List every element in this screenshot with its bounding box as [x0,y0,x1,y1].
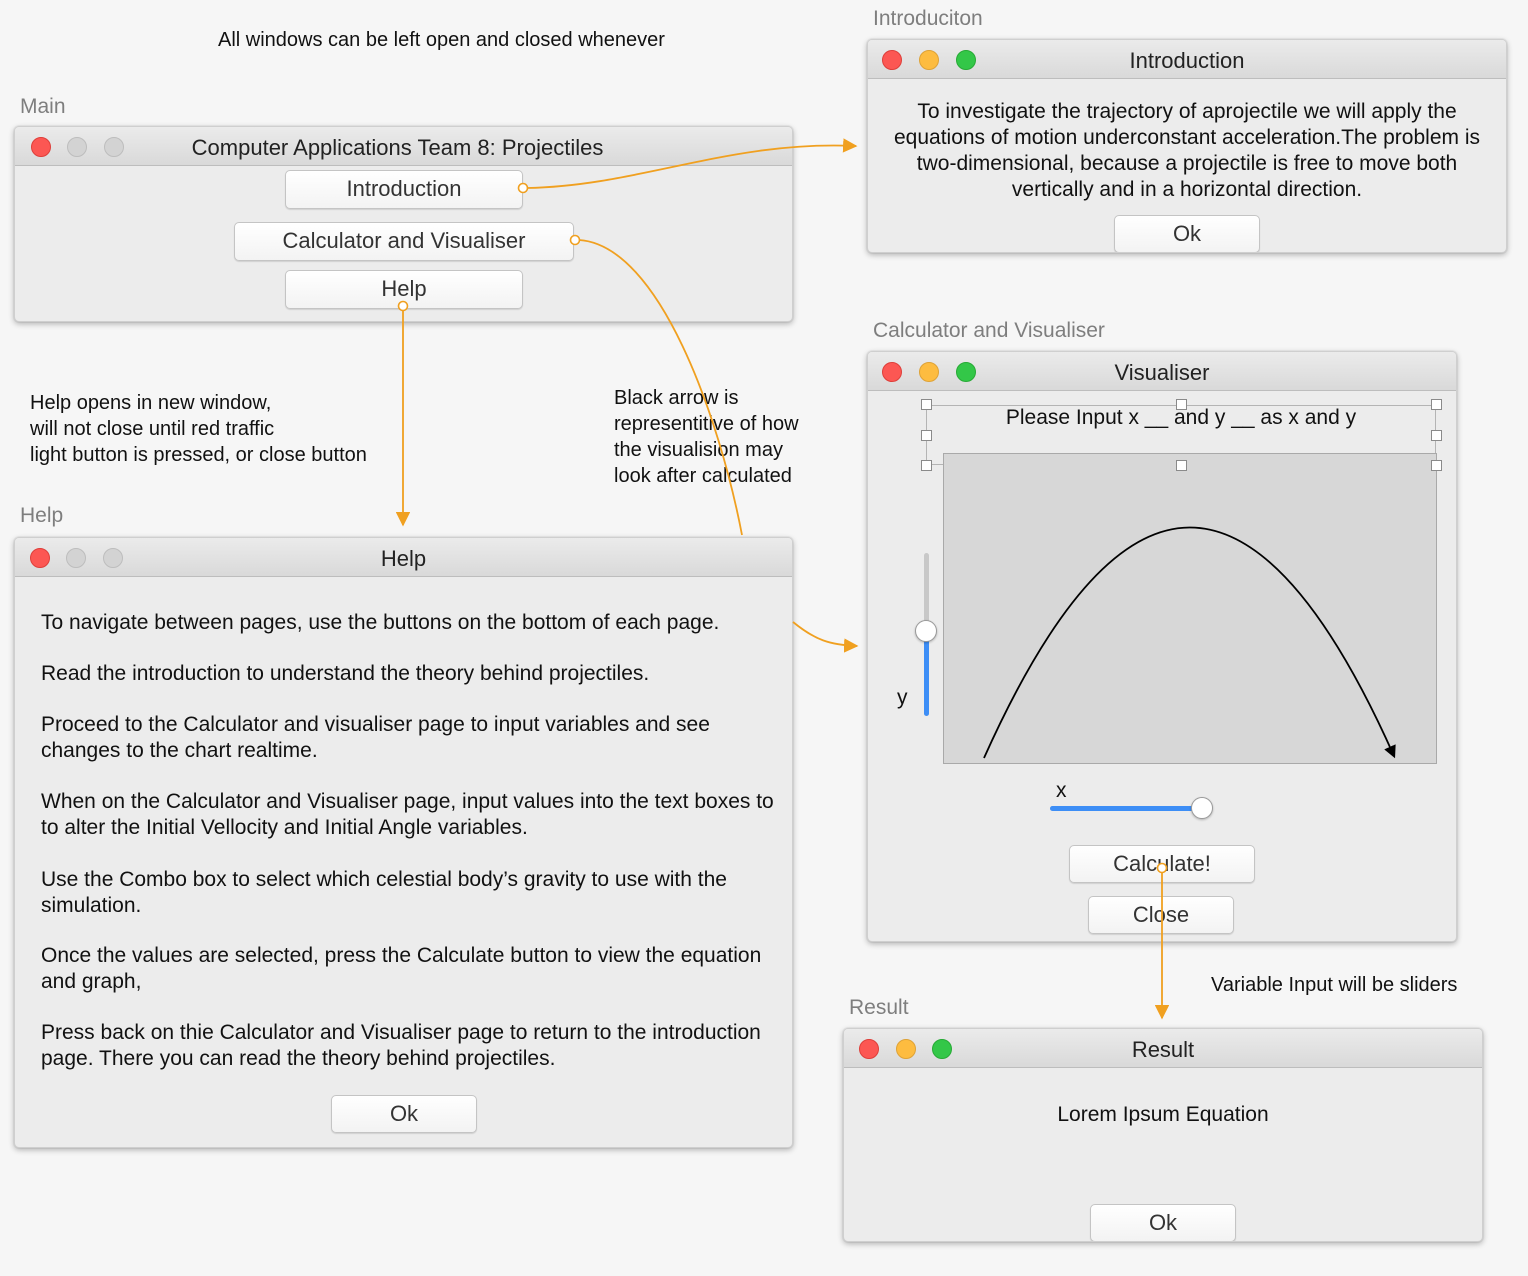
help-paragraph: Read the introduction to understand the … [41,662,650,685]
y-slider-fill [924,631,929,716]
main-window: Computer Applications Team 8: Projectile… [14,126,793,322]
selection-handle[interactable] [1431,460,1442,471]
selection-handle[interactable] [921,460,932,471]
help-paragraph: When on the Calculator and Visualiser pa… [41,790,774,839]
result-window-title: Result [1131,1037,1195,1062]
x-slider-label: x [1056,779,1067,802]
help-window-title: Help [380,546,427,571]
help-label: Help [20,504,64,527]
help-paragraph: Proceed to the Calculator and visualiser… [41,713,710,762]
result-window: Result Lorem Ipsum Equation Ok [843,1028,1483,1242]
main-titlebar[interactable]: Computer Applications Team 8: Projectile… [15,127,792,166]
slider-note: Variable Input will be sliders [1211,974,1458,996]
introduction-button[interactable]: Introduction [285,170,523,209]
main-window-title: Computer Applications Team 8: Projectile… [191,135,604,160]
selection-handle[interactable] [1176,399,1187,410]
selection-handle[interactable] [1431,399,1442,410]
help-button[interactable]: Help [285,270,523,309]
help-paragraph: Use the Combo box to select which celest… [41,868,727,917]
selection-handle[interactable] [1176,460,1187,471]
introduction-window: Introduction To investigate the trajecto… [867,39,1507,253]
calculator-visualiser-button[interactable]: Calculator and Visualiser [234,222,574,261]
introduction-ok-button[interactable]: Ok [1114,215,1260,252]
selection-handle[interactable] [921,399,932,410]
introduction-titlebar[interactable]: Introduction [868,40,1506,79]
x-slider-knob[interactable] [1191,797,1213,819]
result-ok-button[interactable]: Ok [1090,1204,1236,1241]
help-paragraph: Press back on thie Calculator and Visual… [41,1021,761,1070]
top-note: All windows can be left open and closed … [218,29,665,51]
calculator-connector-end [792,621,859,653]
arrow-note: Black arrow is representitive of how the… [614,387,799,487]
result-label: Result [849,996,909,1019]
result-titlebar[interactable]: Result [844,1029,1482,1068]
x-slider-fill [1050,806,1202,811]
result-text: Lorem Ipsum Equation [1057,1103,1269,1126]
close-button[interactable]: Close [1088,896,1234,934]
help-paragraph: Once the values are selected, press the … [41,944,762,993]
selection-handle[interactable] [921,430,932,441]
calculator-label: Calculator and Visualiser [873,319,1105,342]
help-paragraph: To navigate between pages, use the butto… [41,611,720,634]
y-slider[interactable] [915,553,937,716]
introduction-text: To investigate the trajectory of aprojec… [893,100,1480,201]
visualiser-window: Visualiser Please Input x __ and y __ as… [867,351,1457,942]
help-window: Help To navigate between pages, use the … [14,537,793,1148]
help-note: Help opens in new window, will not close… [30,392,367,466]
help-titlebar[interactable]: Help [15,538,792,577]
calculate-button[interactable]: Calculate! [1069,845,1255,883]
introduction-window-title: Introduction [1129,48,1245,73]
selection-handle[interactable] [1431,430,1442,441]
help-ok-button[interactable]: Ok [331,1095,477,1133]
y-slider-label: y [897,686,908,709]
main-label: Main [20,95,66,118]
x-slider[interactable] [1050,797,1213,819]
introduction-label: Introduciton [873,7,983,30]
